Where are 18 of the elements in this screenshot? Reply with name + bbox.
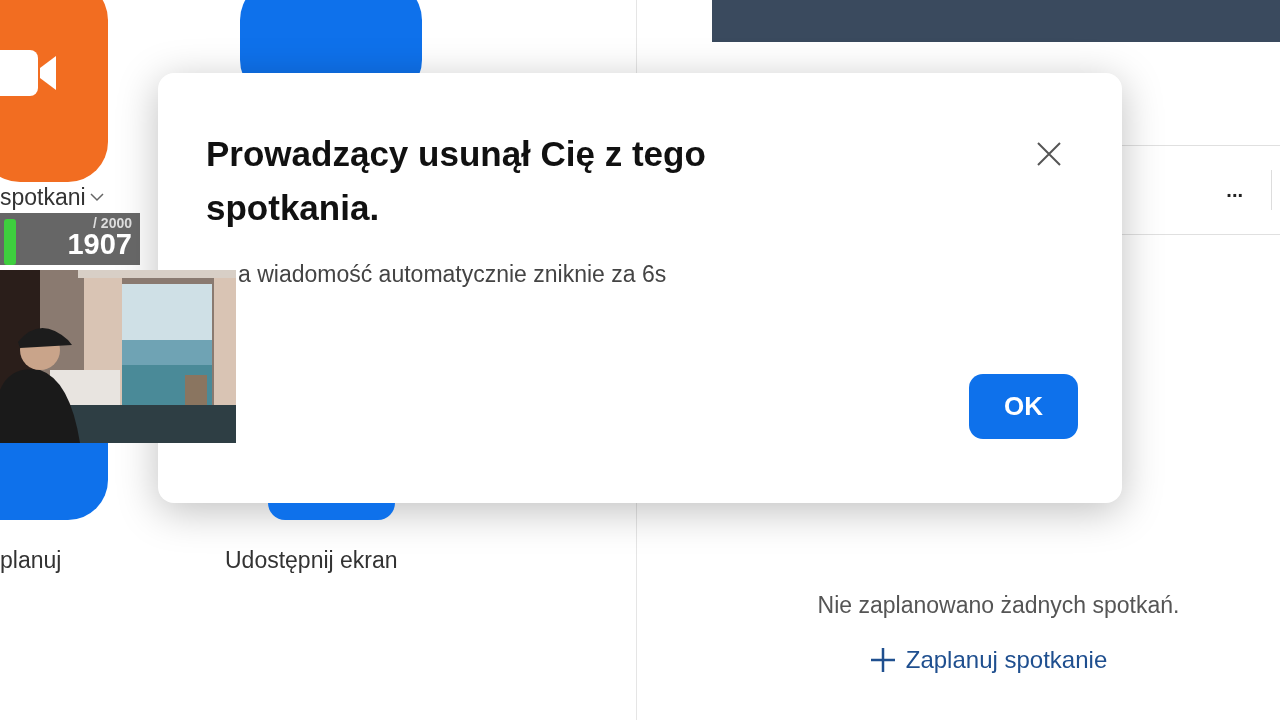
goal-value: 1907 [67,230,132,259]
tile-label: planuj [0,546,62,575]
schedule-meeting-link[interactable]: Zaplanuj spotkanie [869,642,1108,678]
new-meeting-tile[interactable] [0,0,108,182]
schedule-tile[interactable] [0,443,108,520]
more-button[interactable]: ... [1226,175,1243,205]
tile-label: Udostępnij ekran [225,546,398,575]
share-screen-tile[interactable] [268,503,395,520]
tile-label: spotkani [0,183,86,212]
chevron-icon[interactable] [89,192,104,203]
plus-icon [869,647,896,673]
goal-target: / 2000 [93,216,132,230]
ok-button[interactable]: OK [969,373,1078,439]
goal-bar [4,219,16,265]
dialog-title: Prowadzący usunął Cię z tego spotkania. [206,133,707,229]
empty-message: Nie zaplanowano żadnych spotkań. [817,590,1180,620]
dialog-message: a wiadomość automatycznie zniknie za 6s [238,261,667,287]
close-icon [1037,142,1061,166]
